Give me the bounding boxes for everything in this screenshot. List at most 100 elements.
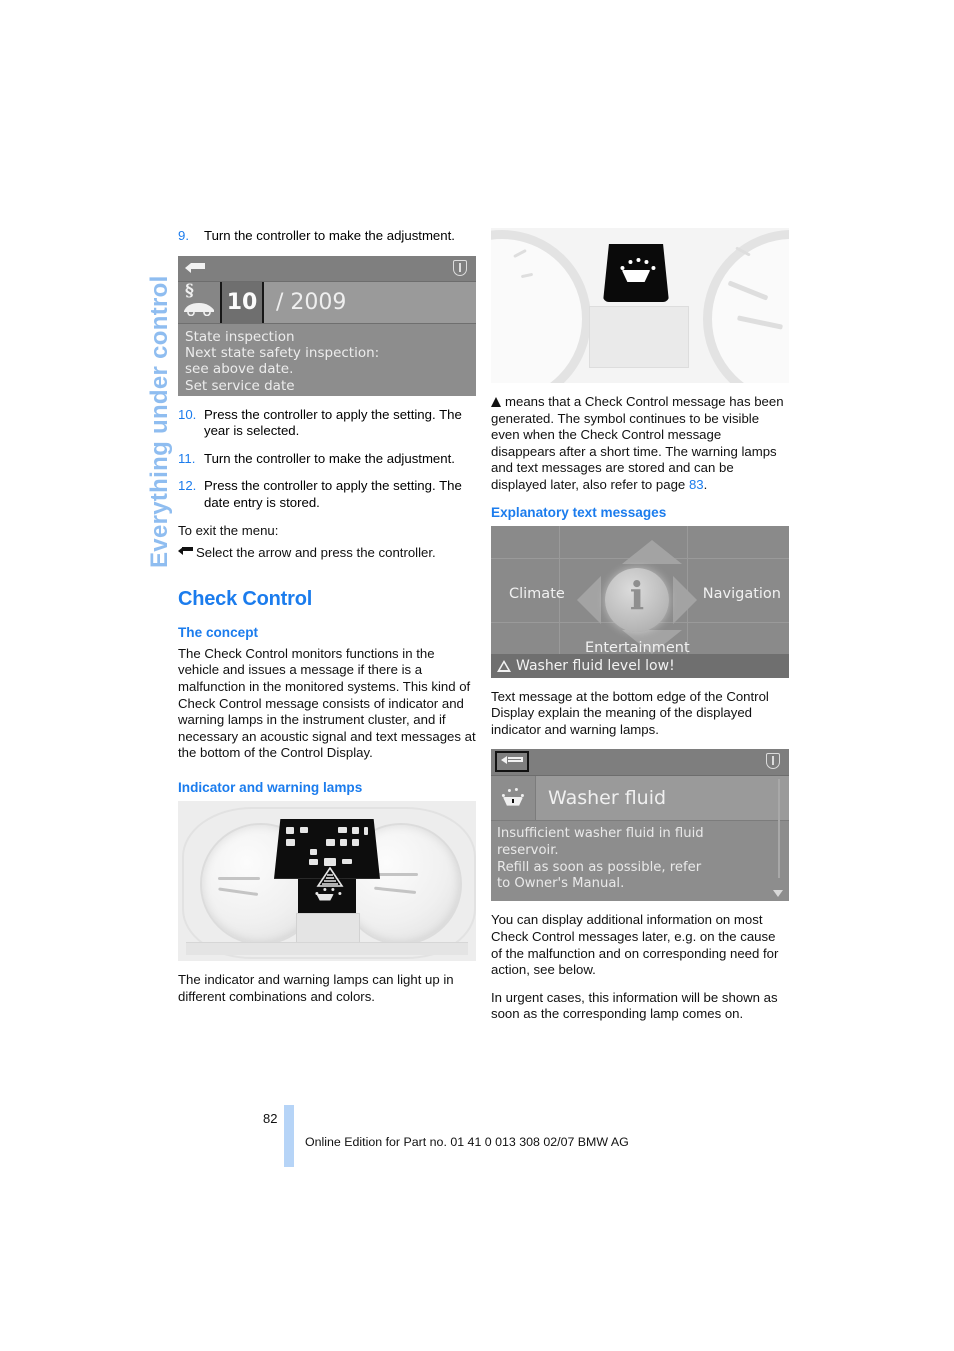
step-12: 12. Press the controller to apply the se… <box>178 478 476 511</box>
idrive-date-row: § 10 / 2009 <box>178 281 476 324</box>
instrument-cluster-image <box>178 800 476 961</box>
figure-instrument-cluster <box>178 800 476 961</box>
section-heading-concept: The concept <box>178 624 259 640</box>
lamp-icon <box>340 838 347 846</box>
step-text: Turn the controller to make the adjustme… <box>204 228 455 243</box>
additional-info-paragraph: You can display additional information o… <box>491 912 779 978</box>
washer-title-text: Washer fluid <box>548 787 667 810</box>
lamp-icon <box>286 838 295 846</box>
washer-fluid-lamp-icon <box>312 885 342 905</box>
washer-title-row: Washer fluid <box>491 776 789 822</box>
page-reference-link[interactable]: 83 <box>689 477 704 492</box>
exit-menu-line: Select the arrow and press the controlle… <box>178 545 476 562</box>
figure-credit <box>779 315 788 377</box>
cluster-base <box>186 941 468 955</box>
warning-paragraph-text: means that a Check Control message has b… <box>491 394 784 492</box>
lane-lamp-icon <box>316 866 344 887</box>
info-shield-icon[interactable] <box>453 259 468 277</box>
step-number: 10. <box>178 406 197 422</box>
warning-paragraph-end: . <box>703 476 708 492</box>
chevron-right-icon[interactable] <box>673 575 697 624</box>
figure-cluster-closeup: M3 358mi 032050 123.8 <box>491 228 789 383</box>
lamp-icon <box>300 826 308 833</box>
footer-accent-bar <box>284 1105 294 1167</box>
lamp-icon <box>309 858 318 865</box>
status-message-text: Washer fluid level low! <box>516 657 675 674</box>
idrive-info-orb-icon[interactable] <box>605 567 669 632</box>
chevron-left-icon[interactable] <box>577 575 601 624</box>
back-arrow-icon[interactable] <box>185 261 205 275</box>
list-item: Next state safety inspection: <box>185 345 380 361</box>
menu-caption: Text message at the bottom edge of the C… <box>491 688 769 737</box>
exit-menu-text: Select the arrow and press the controlle… <box>196 545 436 561</box>
back-arrow-icon[interactable] <box>495 751 529 773</box>
figure-service-date-screen: § 10 / 2009 State inspection Next state … <box>178 255 476 396</box>
lamp-icon <box>352 826 359 834</box>
menu-item-climate[interactable]: Climate <box>509 586 565 602</box>
right-column: M3 358mi 032050 123.8 means that a Check… <box>491 228 789 1034</box>
list-item: State inspection <box>185 328 295 345</box>
step-9: 9. Turn the controller to make the adjus… <box>178 228 476 245</box>
washer-fluid-icon <box>615 254 657 290</box>
body-line: to Owner's Manual. <box>497 876 625 892</box>
page-footer: 82 Online Edition for Part no. 01 41 0 0… <box>0 1105 954 1175</box>
page-title: Check Control <box>178 587 313 610</box>
idrive-info-list: State inspection Next state safety inspe… <box>178 324 476 395</box>
step-number: 11. <box>178 450 196 466</box>
step-number: 9. <box>178 228 189 243</box>
step-text: Turn the controller to make the adjustme… <box>204 450 455 466</box>
figure-washer-fluid-screen: Washer fluid Insufficient washer fluid i… <box>491 749 789 902</box>
tachometer-needle <box>374 872 418 876</box>
idrive-main-menu-screen: Climate Navigation Entertainment Washer … <box>491 525 789 678</box>
year-value[interactable]: / 2009 <box>264 290 346 315</box>
menu-item-navigation[interactable]: Navigation <box>703 586 781 602</box>
step-11: 11. Turn the controller to make the adju… <box>178 451 476 468</box>
cluster-info-display: M3 358mi 032050 123.8 <box>589 306 689 368</box>
step-number: 12. <box>178 478 197 494</box>
washer-body-text: Insufficient washer fluid in fluid reser… <box>491 821 789 892</box>
urgent-paragraph: In urgent cases, this information will b… <box>491 989 778 1022</box>
section-heading-lamps: Indicator and warning lamps <box>178 779 363 795</box>
lamp-icon <box>352 838 359 846</box>
step-text: Press the controller to apply the settin… <box>204 478 462 510</box>
idrive-washer-fluid-screen: Washer fluid Insufficient washer fluid i… <box>491 749 789 902</box>
figure-main-menu-screen: Climate Navigation Entertainment Washer … <box>491 525 789 678</box>
service-vehicle-icon: § <box>178 281 220 323</box>
figure-credit <box>466 893 475 955</box>
cluster-closeup-image: M3 358mi 032050 123.8 <box>491 228 789 383</box>
speedometer-ring <box>491 230 591 383</box>
washer-top-bar <box>491 749 789 777</box>
car-glyph <box>184 302 214 316</box>
exit-menu-label: To exit the menu: <box>178 522 279 538</box>
figure-credit <box>779 833 788 895</box>
list-item: Set service date <box>185 377 295 394</box>
step-10: 10. Press the controller to apply the se… <box>178 407 476 440</box>
list-item: see above date. <box>185 361 294 378</box>
running-head-text: Everything under control <box>146 275 173 568</box>
idrive-service-date-screen: § 10 / 2009 State inspection Next state … <box>178 255 476 396</box>
section-heading-explanatory: Explanatory text messages <box>491 504 667 520</box>
lamp-icon <box>286 826 294 834</box>
speedometer-needle <box>218 876 260 880</box>
body-line: Refill as soon as possible, refer <box>497 859 702 875</box>
running-head: Everything under control <box>116 228 173 568</box>
lamp-icon <box>338 826 347 833</box>
lamp-icon <box>364 826 368 835</box>
washer-fluid-icon <box>491 776 536 821</box>
body-line: reservoir. <box>497 842 559 858</box>
month-value[interactable]: 10 <box>220 281 264 323</box>
idrive-top-bar <box>178 255 476 282</box>
warning-triangle-outline-icon <box>497 659 511 672</box>
washer-fluid-lamp-large <box>603 244 669 302</box>
figure-credit <box>466 328 475 390</box>
info-shield-icon[interactable] <box>766 753 781 770</box>
left-column: 9. Turn the controller to make the adjus… <box>178 228 476 1016</box>
warning-paragraph: means that a Check Control message has b… <box>491 394 789 494</box>
lamp-icon <box>324 857 336 866</box>
step-text: Press the controller to apply the settin… <box>204 406 462 439</box>
lamp-icon <box>342 858 352 864</box>
chevron-up-icon[interactable] <box>622 539 682 564</box>
lamps-caption: The indicator and warning lamps can ligh… <box>178 971 454 1004</box>
figure-credit <box>779 610 788 672</box>
body-line: Insufficient washer fluid in fluid <box>497 826 704 842</box>
